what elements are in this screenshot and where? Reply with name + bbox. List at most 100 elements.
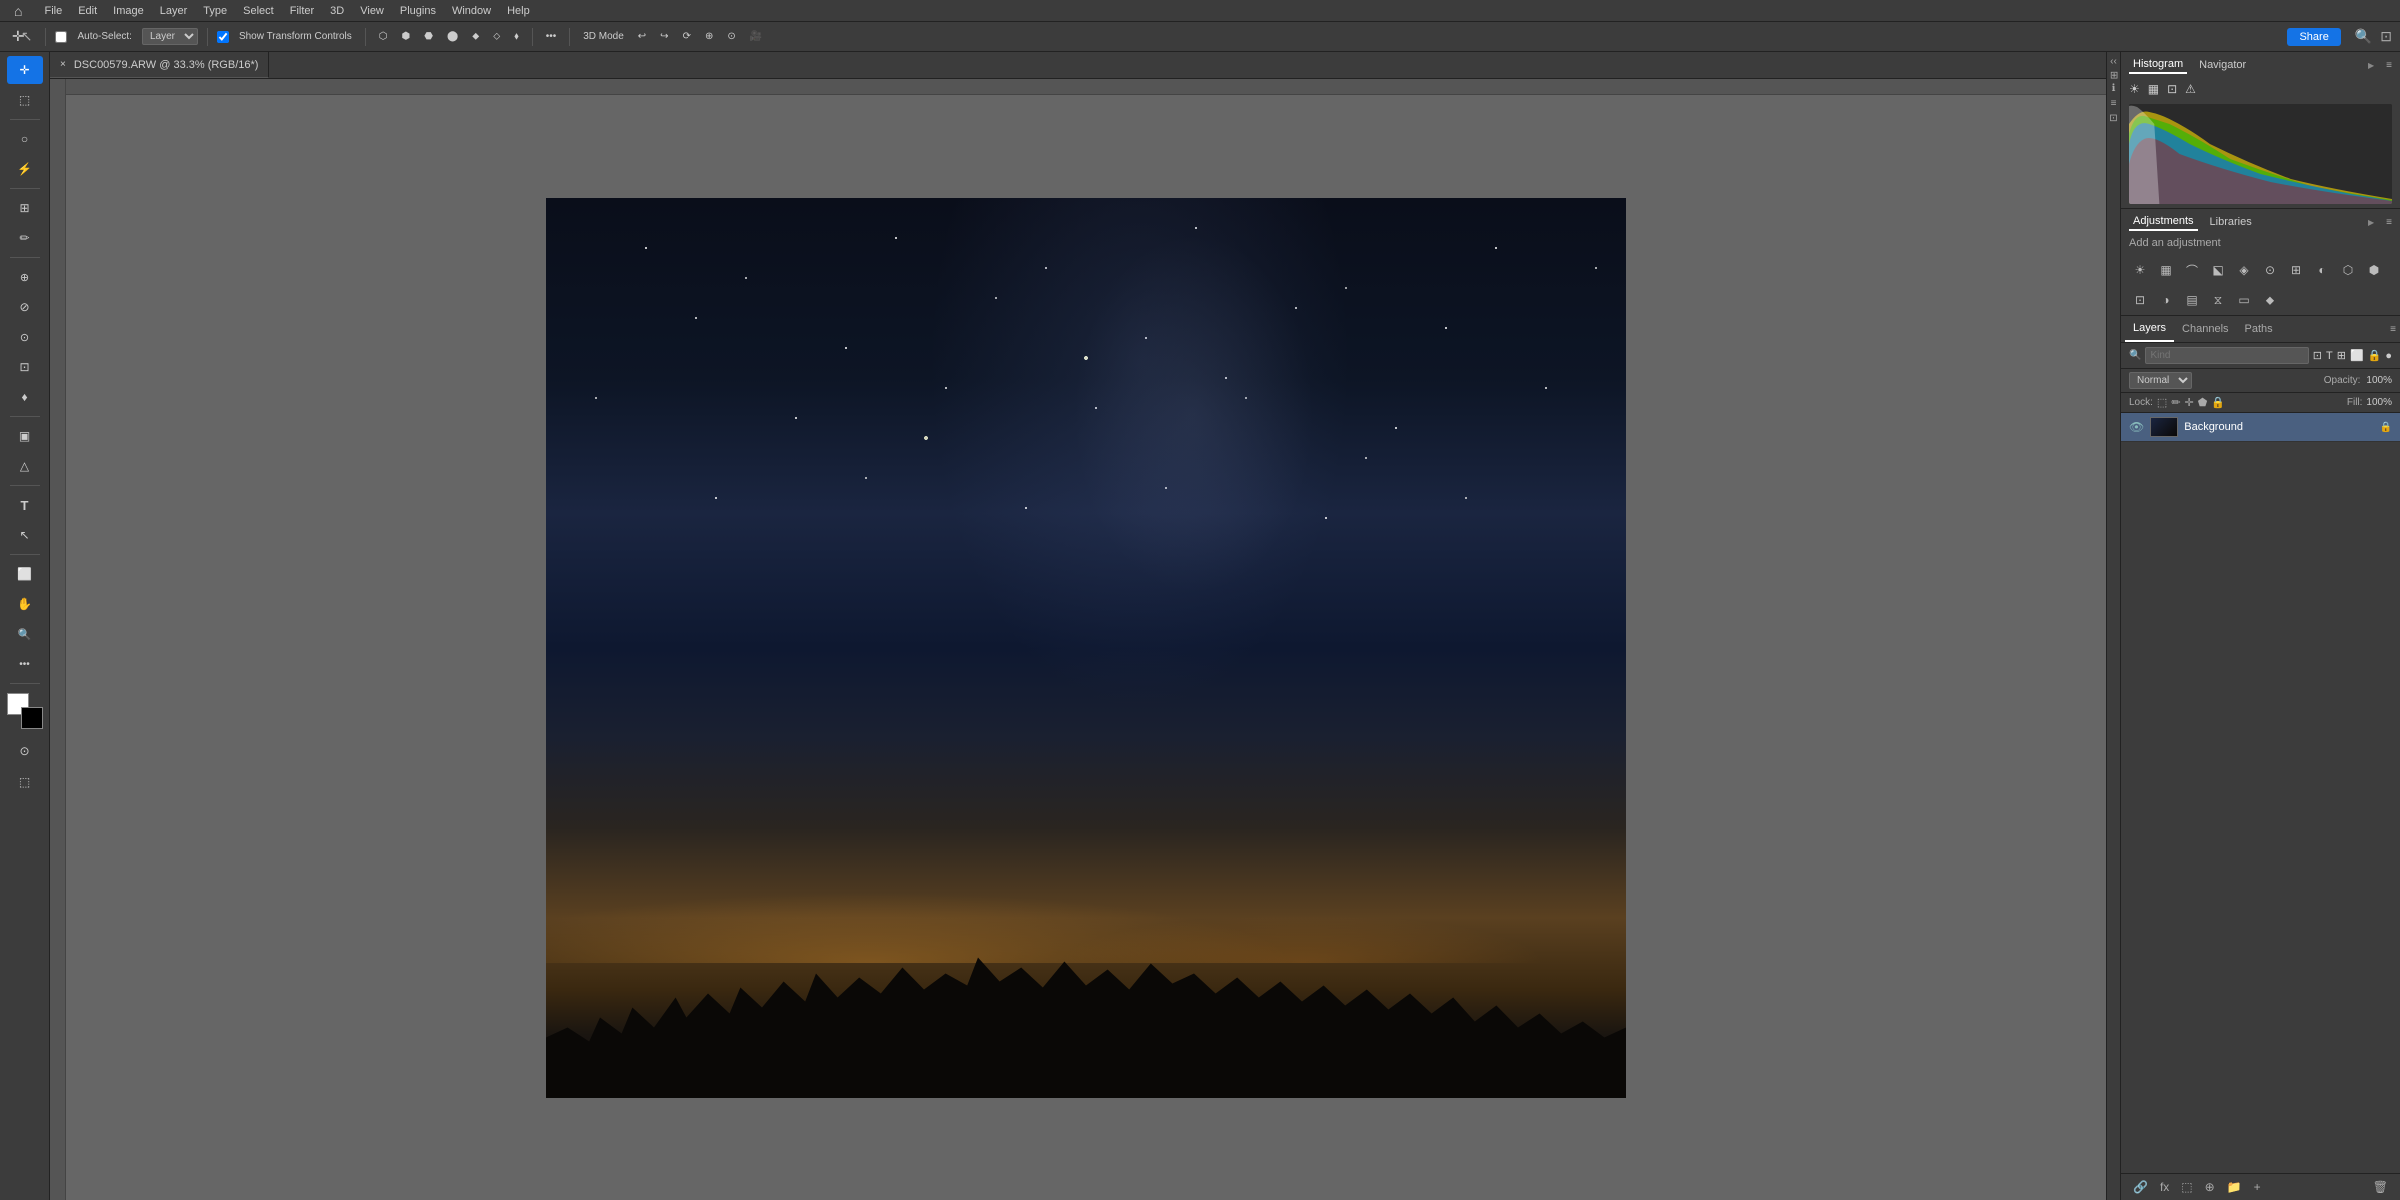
- adjustments-tab[interactable]: Adjustments: [2129, 213, 2198, 231]
- layer-item-background[interactable]: 👁 Background 🔒: [2121, 413, 2400, 442]
- filter-text-icon[interactable]: ⊞: [2337, 349, 2346, 362]
- posterize-adj-btn[interactable]: ▤: [2181, 289, 2203, 311]
- add-style-btn[interactable]: fx: [2156, 1178, 2173, 1196]
- move-tool-icon[interactable]: ✛ ↖: [8, 26, 36, 47]
- channel-mixer-adj-btn[interactable]: ⬢: [2363, 259, 2385, 281]
- lock-artboard-btn[interactable]: ⬟: [2198, 396, 2208, 409]
- curves-icon[interactable]: ⊡: [2167, 82, 2177, 96]
- tool-gradient[interactable]: ▣: [7, 422, 43, 450]
- align-left-btn[interactable]: ⬡: [375, 29, 392, 44]
- menu-3d[interactable]: 3D: [330, 5, 344, 17]
- background-color[interactable]: [21, 707, 43, 729]
- expand-top-icon[interactable]: ⊡: [2380, 28, 2392, 45]
- curves-adj-btn[interactable]: ⌒: [2181, 259, 2203, 281]
- add-link-btn[interactable]: 🔗: [2129, 1178, 2152, 1196]
- collapse-panels-btn[interactable]: ‹‹: [2110, 56, 2117, 67]
- tool-eyedropper[interactable]: ✏: [7, 224, 43, 252]
- distribute-btn[interactable]: ⬧: [510, 29, 523, 44]
- navigator-tab[interactable]: Navigator: [2195, 57, 2250, 73]
- tool-pen[interactable]: △: [7, 452, 43, 480]
- tool-magic-wand[interactable]: ⚡: [7, 155, 43, 183]
- tool-text[interactable]: T: [7, 491, 43, 519]
- menu-layer[interactable]: Layer: [160, 5, 188, 17]
- adjustments-expand-btn[interactable]: ≡: [2386, 217, 2392, 228]
- filter-adjustment-icon[interactable]: T: [2326, 350, 2333, 362]
- exposure-adj-btn[interactable]: ⬕: [2207, 259, 2229, 281]
- bw-adj-btn[interactable]: ◐: [2311, 259, 2333, 281]
- pan-3d-btn[interactable]: ⊕: [701, 29, 717, 44]
- menu-window[interactable]: Window: [452, 5, 491, 17]
- lock-image-btn[interactable]: ✏: [2171, 396, 2180, 409]
- tool-eraser[interactable]: ♦: [7, 383, 43, 411]
- libraries-tab[interactable]: Libraries: [2206, 214, 2256, 230]
- canvas-tab[interactable]: × DSC00579.ARW @ 33.3% (RGB/16*): [50, 52, 269, 78]
- layers-filter-input[interactable]: [2145, 347, 2308, 364]
- filter-toggle-btn[interactable]: ●: [2385, 350, 2392, 362]
- tool-lasso[interactable]: ○: [7, 125, 43, 153]
- adjustments-icon[interactable]: ≡: [2111, 98, 2117, 109]
- tool-marquee[interactable]: ⬚: [7, 86, 43, 114]
- menu-select[interactable]: Select: [243, 5, 274, 17]
- tool-clone[interactable]: ⊙: [7, 323, 43, 351]
- rotate-3d-btn[interactable]: ⟳: [679, 29, 695, 44]
- align-top-btn[interactable]: ⬤: [443, 29, 462, 44]
- align-middle-btn[interactable]: ⬥: [468, 29, 483, 44]
- home-button[interactable]: ⌂: [8, 3, 28, 19]
- filter-type-icon[interactable]: ⊡: [2313, 349, 2322, 362]
- lock-all-btn[interactable]: 🔒: [2211, 396, 2225, 409]
- brightness-adj-btn[interactable]: ☀: [2129, 259, 2151, 281]
- lock-position-btn[interactable]: ✛: [2185, 396, 2194, 409]
- libraries-icon[interactable]: ⊡: [2109, 113, 2117, 124]
- menu-edit[interactable]: Edit: [78, 5, 97, 17]
- tool-more[interactable]: •••: [7, 650, 43, 678]
- tool-brush[interactable]: ⊘: [7, 293, 43, 321]
- channels-tab[interactable]: Channels: [2174, 317, 2236, 341]
- selective-color-adj-btn[interactable]: ⬥: [2259, 289, 2281, 311]
- adjustments-panel-arrow[interactable]: ▶: [2368, 218, 2374, 227]
- layers-icon[interactable]: ⊞: [2108, 71, 2119, 79]
- roll-3d-btn[interactable]: ⊙: [723, 29, 739, 44]
- delete-layer-btn[interactable]: 🗑: [2369, 1178, 2392, 1196]
- menu-view[interactable]: View: [360, 5, 384, 17]
- properties-icon[interactable]: ℹ: [2112, 83, 2116, 94]
- undo-btn[interactable]: ↩: [634, 29, 650, 44]
- canvas-image[interactable]: [546, 198, 1626, 1098]
- add-group-btn[interactable]: 📁: [2223, 1178, 2246, 1196]
- tab-close-btn[interactable]: ×: [60, 59, 66, 70]
- layers-tab[interactable]: Layers: [2125, 316, 2174, 342]
- menu-type[interactable]: Type: [203, 5, 227, 17]
- tool-hand[interactable]: ✋: [7, 590, 43, 618]
- image-container[interactable]: [546, 198, 1626, 1098]
- histogram-panel-arrow[interactable]: ▶: [2368, 61, 2374, 70]
- levels-icon[interactable]: ▦: [2148, 82, 2159, 96]
- channel-icon[interactable]: ☀: [2129, 82, 2140, 96]
- auto-select-checkbox[interactable]: [55, 31, 67, 43]
- change-screen-btn[interactable]: ⬚: [7, 768, 43, 796]
- quick-mask-btn[interactable]: ⊙: [7, 737, 43, 765]
- add-mask-btn[interactable]: ⬚: [2177, 1178, 2196, 1196]
- color-swatches[interactable]: [7, 693, 43, 729]
- color-balance-adj-btn[interactable]: ⊞: [2285, 259, 2307, 281]
- lock-transparent-btn[interactable]: ⬚: [2157, 396, 2167, 409]
- menu-plugins[interactable]: Plugins: [400, 5, 436, 17]
- menu-help[interactable]: Help: [507, 5, 530, 17]
- add-layer-btn[interactable]: +: [2250, 1178, 2265, 1196]
- tool-history-brush[interactable]: ⊡: [7, 353, 43, 381]
- align-center-btn[interactable]: ⬢: [398, 29, 415, 44]
- menu-filter[interactable]: Filter: [290, 5, 314, 17]
- tool-direct-select[interactable]: ↖: [7, 521, 43, 549]
- tool-shape[interactable]: ⬜: [7, 560, 43, 588]
- blend-mode-select[interactable]: Normal Multiply Screen Overlay: [2129, 372, 2192, 389]
- more-options-btn[interactable]: •••: [542, 29, 561, 44]
- histogram-warning-icon[interactable]: ⚠: [2185, 82, 2196, 96]
- filter-smart-obj-icon[interactable]: 🔒: [2368, 349, 2382, 362]
- filter-shape-icon[interactable]: ⬜: [2350, 349, 2364, 362]
- search-top-icon[interactable]: 🔍: [2355, 28, 2372, 45]
- paths-tab[interactable]: Paths: [2237, 317, 2281, 341]
- tool-move[interactable]: ✛: [7, 56, 43, 84]
- histogram-tab[interactable]: Histogram: [2129, 56, 2187, 74]
- color-lookup-adj-btn[interactable]: ⊡: [2129, 289, 2151, 311]
- menu-image[interactable]: Image: [113, 5, 144, 17]
- tool-heal[interactable]: ⊕: [7, 263, 43, 291]
- layer-select[interactable]: Layer Group: [142, 28, 198, 45]
